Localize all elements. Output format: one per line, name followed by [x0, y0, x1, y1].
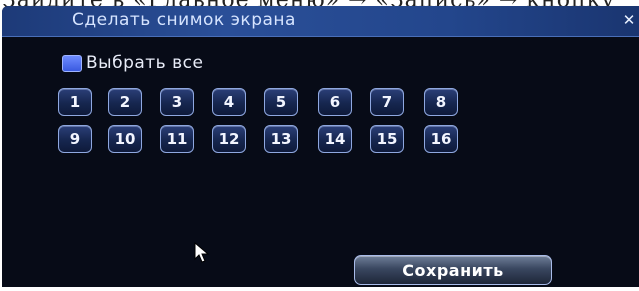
- mouse-pointer-icon: [194, 242, 210, 263]
- channel-button-15[interactable]: 15: [370, 125, 404, 153]
- save-button[interactable]: Сохранить: [354, 255, 552, 285]
- channel-button-16[interactable]: 16: [424, 125, 458, 153]
- channel-button-1[interactable]: 1: [58, 88, 92, 116]
- channel-button-10[interactable]: 10: [108, 125, 142, 153]
- dialog-titlebar: Сделать снимок экрана ✕: [2, 6, 639, 37]
- select-all-label: Выбрать все: [86, 53, 204, 73]
- channel-button-14[interactable]: 14: [318, 125, 352, 153]
- select-all-control[interactable]: Выбрать все: [62, 52, 203, 74]
- close-icon[interactable]: ✕: [621, 12, 637, 28]
- channel-button-2[interactable]: 2: [108, 88, 142, 116]
- screenshot-dialog: Сделать снимок экрана ✕ Выбрать все 1 2 …: [2, 6, 639, 287]
- channel-button-6[interactable]: 6: [318, 88, 352, 116]
- dialog-title: Сделать снимок экрана: [72, 10, 296, 30]
- channel-button-3[interactable]: 3: [160, 88, 194, 116]
- channel-button-9[interactable]: 9: [58, 125, 92, 153]
- channel-button-11[interactable]: 11: [160, 125, 194, 153]
- channel-button-4[interactable]: 4: [212, 88, 246, 116]
- channel-button-7[interactable]: 7: [370, 88, 404, 116]
- channel-button-5[interactable]: 5: [264, 88, 298, 116]
- select-all-checkbox[interactable]: [62, 54, 82, 72]
- channel-button-8[interactable]: 8: [424, 88, 458, 116]
- channel-button-13[interactable]: 13: [264, 125, 298, 153]
- channel-button-12[interactable]: 12: [212, 125, 246, 153]
